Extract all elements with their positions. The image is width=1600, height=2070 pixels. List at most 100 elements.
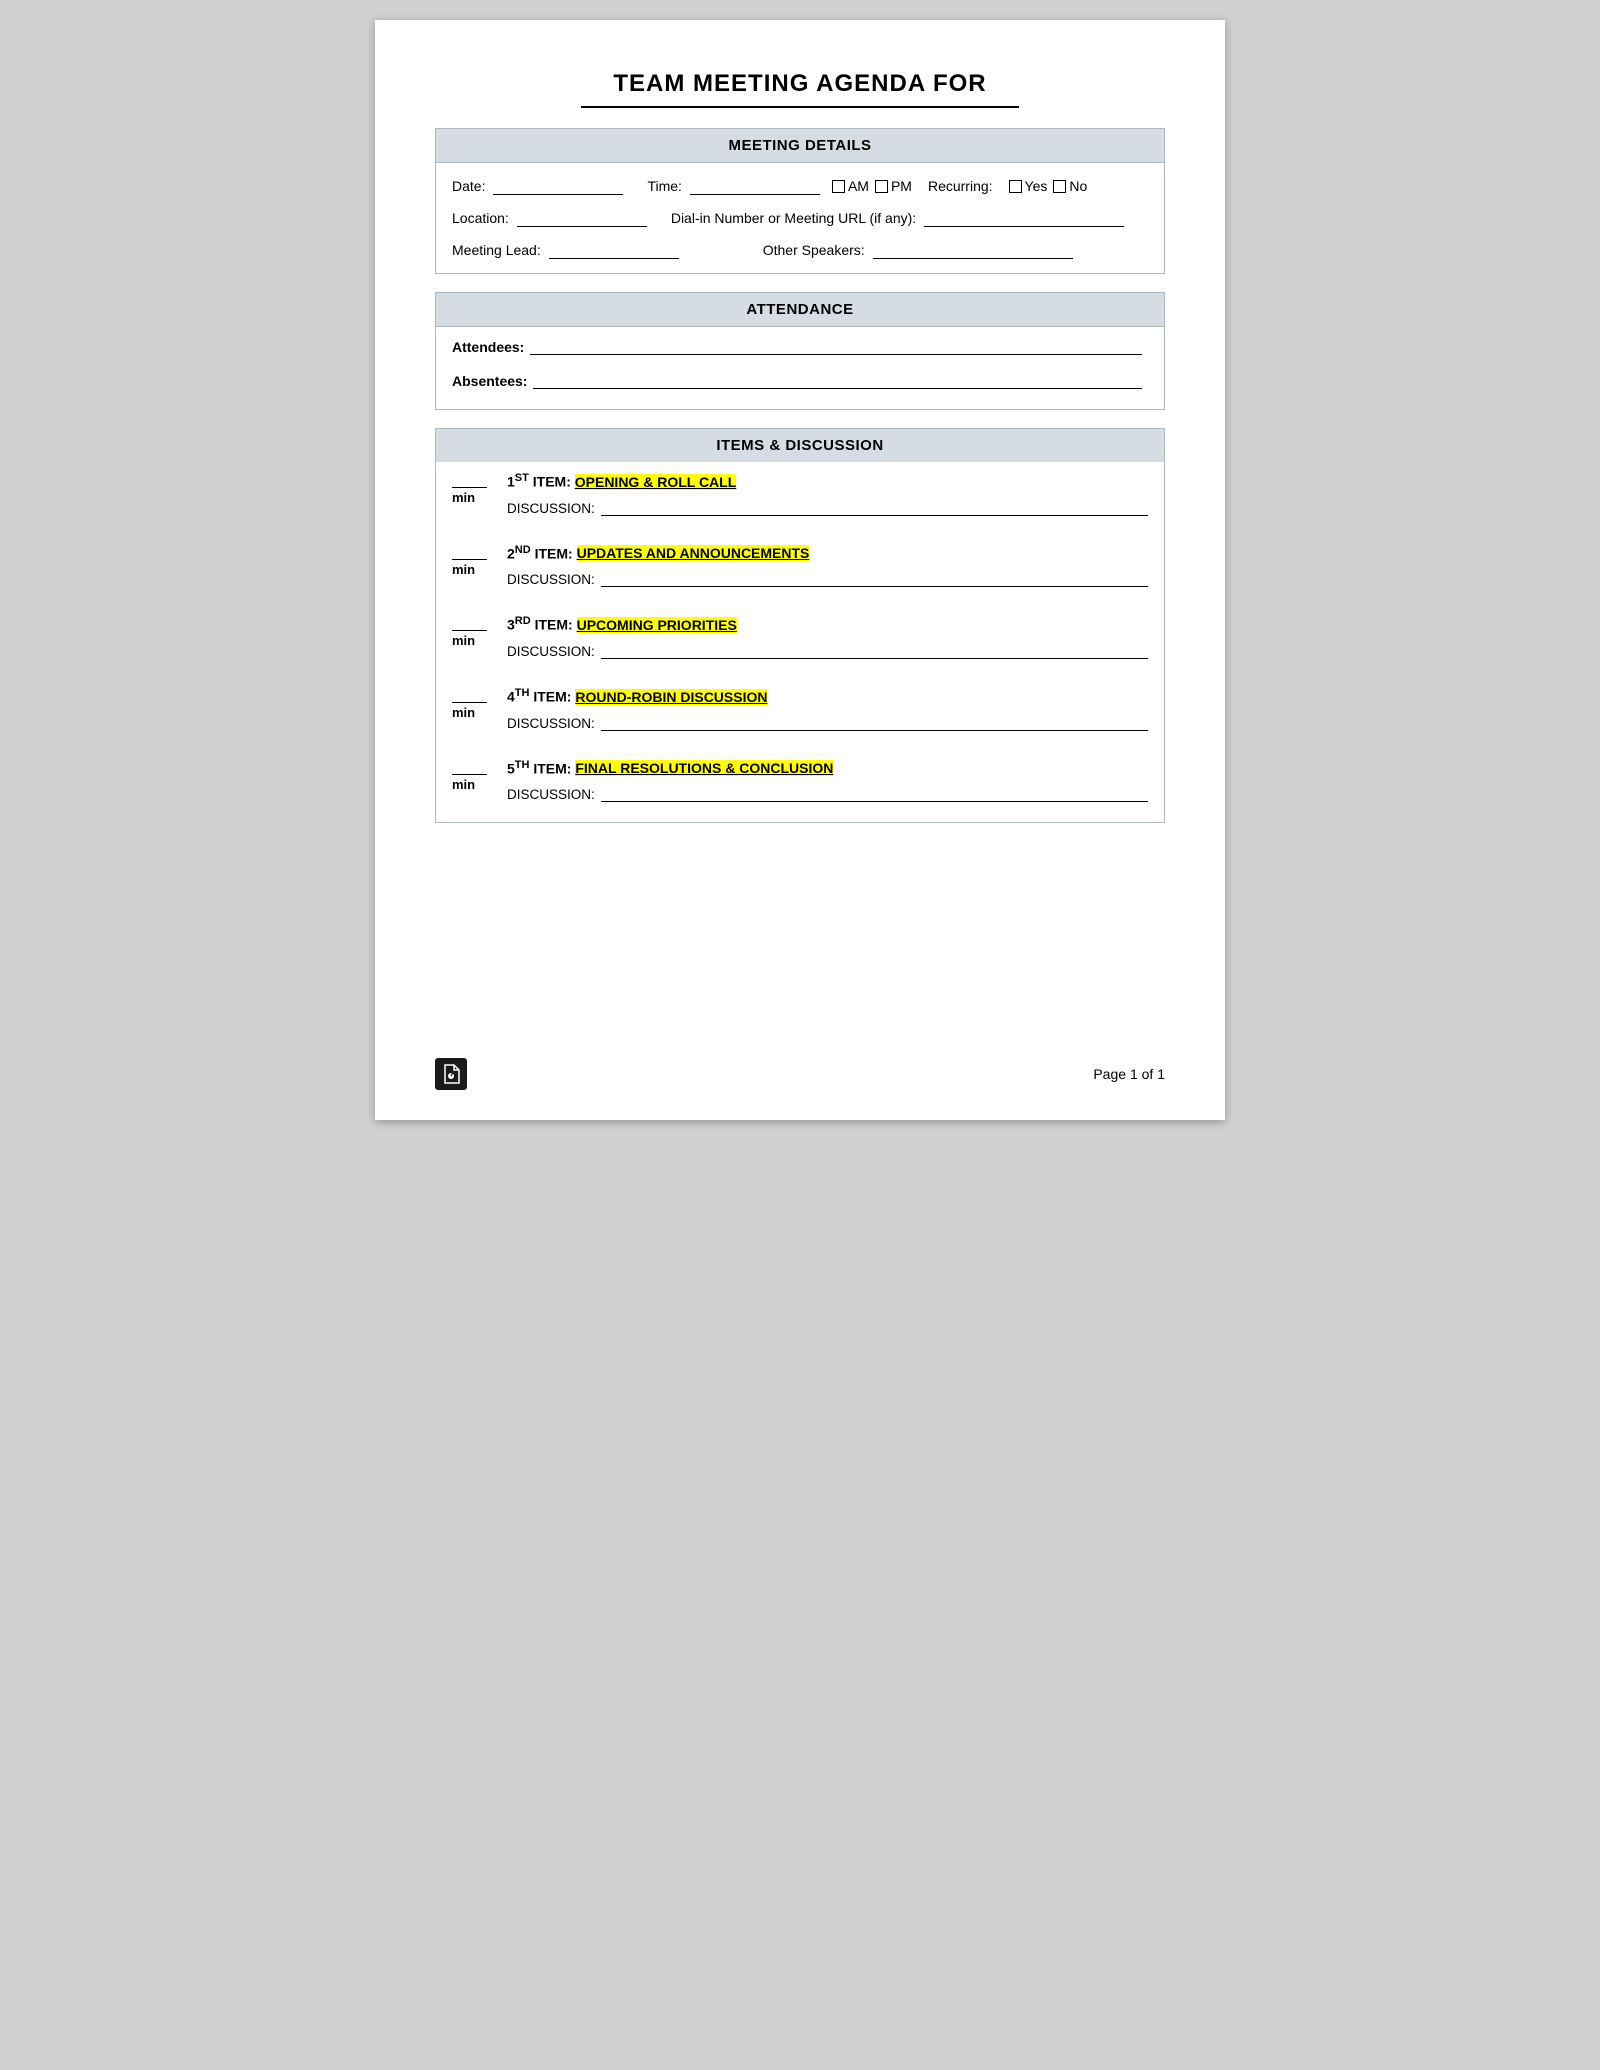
meeting-details-section: MEETING DETAILS Date: Time: AM PM [435, 128, 1165, 274]
item-3-highlight: UPCOMING PRIORITIES [577, 617, 737, 633]
item-3-min-label: min [452, 633, 475, 648]
of-label: of [1142, 1066, 1154, 1082]
page-number: Page 1 of 1 [1093, 1066, 1165, 1082]
yes-label: Yes [1025, 178, 1048, 194]
item-2-ordinal: ND [515, 544, 531, 556]
item-1-discussion: DISCUSSION: [507, 498, 1148, 516]
item-5-discussion: DISCUSSION: [507, 784, 1148, 802]
date-time-row: Date: Time: AM PM Recurring: [452, 177, 1148, 195]
item-1-right: 1ST ITEM: OPENING & ROLL CALL DISCUSSION… [507, 472, 1148, 516]
location-row: Location: Dial-in Number or Meeting URL … [452, 209, 1148, 227]
item-4-number: 4 [507, 689, 515, 705]
item-3-discussion-label: DISCUSSION: [507, 644, 595, 659]
item-3-discussion: DISCUSSION: [507, 641, 1148, 659]
pm-checkbox-label: PM [875, 178, 912, 194]
am-checkbox-label: AM [832, 178, 869, 194]
item-5-discussion-field[interactable] [601, 784, 1148, 802]
item-5-discussion-label: DISCUSSION: [507, 787, 595, 802]
agenda-item-5: min 5TH ITEM: FINAL RESOLUTIONS & CONCLU… [452, 759, 1148, 803]
recurring-label: Recurring: [928, 178, 993, 194]
item-1-title: 1ST ITEM: OPENING & ROLL CALL [507, 472, 1148, 490]
item-4-min-line[interactable] [452, 687, 487, 703]
meeting-details-content: Date: Time: AM PM Recurring: [436, 163, 1164, 273]
item-2-min-line[interactable] [452, 544, 487, 560]
no-checkbox[interactable] [1053, 180, 1066, 193]
agenda-item-2: min 2ND ITEM: UPDATES AND ANNOUNCEMENTS … [452, 544, 1148, 588]
item-2-min-label: min [452, 562, 475, 577]
am-checkbox[interactable] [832, 180, 845, 193]
agenda-item-1: min 1ST ITEM: OPENING & ROLL CALL DISCUS… [452, 472, 1148, 516]
item-5-left: min [452, 759, 507, 803]
item-5-highlight: FINAL RESOLUTIONS & CONCLUSION [575, 760, 833, 776]
item-2-number: 2 [507, 545, 515, 561]
item-2-discussion-field[interactable] [601, 569, 1148, 587]
item-2-title: 2ND ITEM: UPDATES AND ANNOUNCEMENTS [507, 544, 1148, 562]
pm-checkbox[interactable] [875, 180, 888, 193]
item-3-ordinal: RD [515, 615, 531, 627]
item-3-discussion-field[interactable] [601, 641, 1148, 659]
title-underline [581, 106, 1019, 108]
no-checkbox-label: No [1053, 178, 1087, 194]
item-5-min-line[interactable] [452, 759, 487, 775]
item-5-right: 5TH ITEM: FINAL RESOLUTIONS & CONCLUSION… [507, 759, 1148, 803]
attendees-row: Attendees: [452, 337, 1148, 355]
item-4-title: 4TH ITEM: ROUND-ROBIN DISCUSSION [507, 687, 1148, 705]
location-field[interactable] [517, 209, 647, 227]
item-4-discussion-label: DISCUSSION: [507, 716, 595, 731]
main-title: TEAM MEETING AGENDA FOR [435, 70, 1165, 98]
location-label: Location: [452, 210, 509, 226]
attendance-header: ATTENDANCE [436, 293, 1164, 327]
item-1-min-line[interactable] [452, 472, 487, 488]
attendance-content: Attendees: Absentees: [436, 327, 1164, 409]
item-4-discussion: DISCUSSION: [507, 713, 1148, 731]
item-5-number: 5 [507, 760, 515, 776]
attendees-field[interactable] [530, 337, 1142, 355]
absentees-label: Absentees: [452, 373, 527, 389]
date-field[interactable] [493, 177, 623, 195]
item-2-discussion: DISCUSSION: [507, 569, 1148, 587]
attendees-label: Attendees: [452, 339, 524, 355]
item-4-ordinal: TH [515, 687, 530, 699]
item-5-ordinal: TH [515, 759, 530, 771]
item-4-min-label: min [452, 705, 475, 720]
other-speakers-field[interactable] [873, 241, 1073, 259]
item-4-right: 4TH ITEM: ROUND-ROBIN DISCUSSION DISCUSS… [507, 687, 1148, 731]
dialin-label: Dial-in Number or Meeting URL (if any): [671, 210, 916, 226]
yes-checkbox[interactable] [1009, 180, 1022, 193]
dialin-field[interactable] [924, 209, 1124, 227]
yes-checkbox-label: Yes [1009, 178, 1048, 194]
am-label: AM [848, 178, 869, 194]
item-3-title: 3RD ITEM: UPCOMING PRIORITIES [507, 615, 1148, 633]
agenda-item-4: min 4TH ITEM: ROUND-ROBIN DISCUSSION DIS… [452, 687, 1148, 731]
item-1-discussion-field[interactable] [601, 498, 1148, 516]
item-5-title: 5TH ITEM: FINAL RESOLUTIONS & CONCLUSION [507, 759, 1148, 777]
title-section: TEAM MEETING AGENDA FOR [435, 70, 1165, 108]
no-label: No [1069, 178, 1087, 194]
item-3-min-line[interactable] [452, 615, 487, 631]
meeting-lead-label: Meeting Lead: [452, 242, 541, 258]
lead-row: Meeting Lead: Other Speakers: [452, 241, 1148, 259]
absentees-field[interactable] [533, 371, 1142, 389]
meeting-details-header: MEETING DETAILS [436, 129, 1164, 163]
pm-label: PM [891, 178, 912, 194]
items-header: ITEMS & DISCUSSION [436, 429, 1164, 462]
item-1-discussion-label: DISCUSSION: [507, 501, 595, 516]
item-2-highlight: UPDATES AND ANNOUNCEMENTS [577, 545, 810, 561]
item-5-min-label: min [452, 777, 475, 792]
item-2-right: 2ND ITEM: UPDATES AND ANNOUNCEMENTS DISC… [507, 544, 1148, 588]
items-content: min 1ST ITEM: OPENING & ROLL CALL DISCUS… [436, 462, 1164, 822]
time-field[interactable] [690, 177, 820, 195]
agenda-item-3: min 3RD ITEM: UPCOMING PRIORITIES DISCUS… [452, 615, 1148, 659]
item-4-discussion-field[interactable] [601, 713, 1148, 731]
item-1-left: min [452, 472, 507, 516]
item-1-number: 1 [507, 474, 515, 490]
page-total: 1 [1157, 1066, 1165, 1082]
am-pm-group: AM PM [832, 178, 912, 194]
item-4-highlight: ROUND-ROBIN DISCUSSION [575, 689, 767, 705]
item-3-number: 3 [507, 617, 515, 633]
item-2-discussion-label: DISCUSSION: [507, 572, 595, 587]
meeting-lead-field[interactable] [549, 241, 679, 259]
item-1-highlight: OPENING & ROLL CALL [575, 474, 737, 490]
recurring-group: Yes No [1009, 178, 1088, 194]
absentees-row: Absentees: [452, 371, 1148, 389]
